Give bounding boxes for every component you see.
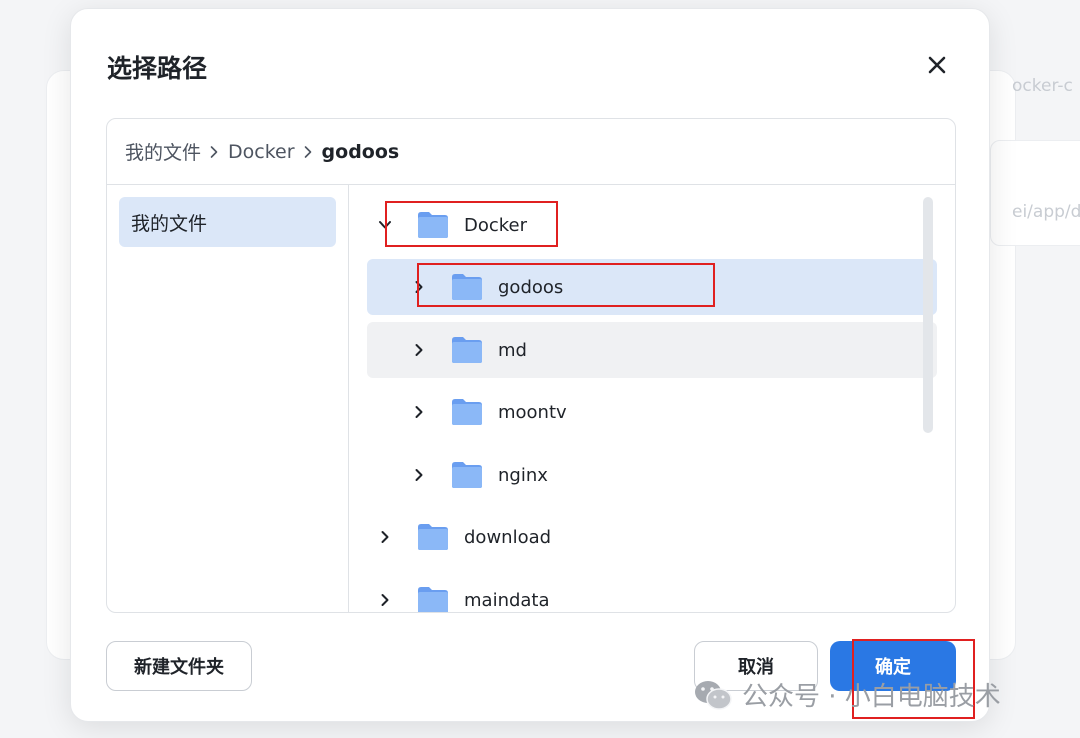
select-path-dialog: 选择路径 我的文件 Docker godoos 我的文件 Docker godo…	[70, 8, 990, 722]
tree-row-godoos[interactable]: godoos	[367, 259, 937, 315]
background-text: ocker-c	[1012, 76, 1073, 96]
chevron-right-icon[interactable]	[409, 465, 429, 485]
dialog-title: 选择路径	[107, 54, 208, 83]
chevron-right-icon[interactable]	[409, 277, 429, 297]
tree-row-label: moontv	[498, 401, 567, 423]
wechat-icon	[695, 680, 732, 710]
new-folder-button[interactable]: 新建文件夹	[106, 641, 252, 691]
folder-icon	[452, 462, 482, 488]
folder-tree: Docker godoos md moontv nginx download m…	[349, 185, 955, 612]
tree-row-label: download	[464, 526, 552, 548]
tree-row-label: maindata	[464, 589, 550, 611]
breadcrumb: 我的文件 Docker godoos	[107, 119, 955, 185]
sidebar-item-label: 我的文件	[131, 212, 208, 235]
tree-row-label: godoos	[498, 276, 564, 298]
breadcrumb-item-my-files[interactable]: 我的文件	[125, 138, 201, 165]
tree-row-moontv[interactable]: moontv	[367, 384, 937, 440]
close-icon	[928, 56, 946, 74]
folder-icon	[452, 337, 482, 363]
tree-row-label: nginx	[498, 464, 548, 486]
tree-row-md[interactable]: md	[367, 322, 937, 378]
breadcrumb-item-docker[interactable]: Docker	[228, 141, 295, 163]
background-text: ei/app/d	[1012, 202, 1080, 222]
folder-icon	[418, 212, 448, 238]
chevron-down-icon[interactable]	[375, 215, 395, 235]
folder-icon	[418, 587, 448, 612]
tree-row-label: md	[498, 339, 527, 361]
scrollbar[interactable]	[923, 197, 933, 433]
chevron-right-icon[interactable]	[375, 590, 395, 610]
file-browser: 我的文件 Docker godoos 我的文件 Docker godoos md…	[106, 118, 956, 613]
tree-row-nginx[interactable]: nginx	[367, 447, 937, 503]
sidebar-item-my-files[interactable]: 我的文件	[119, 197, 336, 247]
chevron-right-icon	[209, 145, 219, 159]
chevron-right-icon[interactable]	[375, 527, 395, 547]
folder-icon	[452, 274, 482, 300]
sidebar: 我的文件	[107, 185, 349, 612]
folder-icon	[418, 524, 448, 550]
tree-row-docker[interactable]: Docker	[367, 197, 937, 253]
watermark-text: 公众号 · 小白电脑技术	[742, 682, 1001, 712]
tree-row-label: Docker	[464, 214, 528, 236]
chevron-right-icon	[303, 145, 313, 159]
breadcrumb-item-godoos[interactable]: godoos	[322, 141, 400, 163]
chevron-right-icon[interactable]	[409, 402, 429, 422]
folder-icon	[452, 399, 482, 425]
close-button[interactable]	[921, 49, 953, 81]
chevron-right-icon[interactable]	[409, 340, 429, 360]
background-input	[990, 140, 1080, 246]
tree-row-maindata[interactable]: maindata	[367, 572, 937, 612]
watermark: 公众号 · 小白电脑技术	[694, 676, 1001, 713]
tree-row-download[interactable]: download	[367, 509, 937, 565]
